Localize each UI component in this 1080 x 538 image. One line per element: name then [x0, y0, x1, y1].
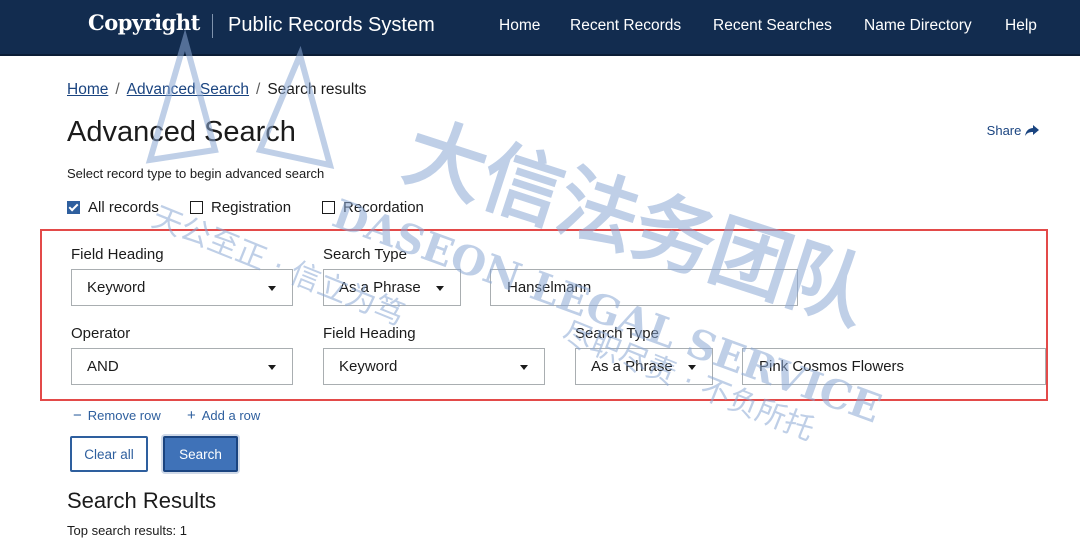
nav-recent-searches[interactable]: Recent Searches: [713, 17, 832, 35]
search-results-heading: Search Results: [67, 488, 217, 513]
select-value: As a Phrase: [591, 358, 673, 375]
operator-label: Operator: [71, 325, 131, 342]
breadcrumb-advanced-search[interactable]: Advanced Search: [127, 81, 249, 98]
app-title[interactable]: Public Records System: [228, 14, 435, 37]
caret-down-icon: [520, 365, 528, 370]
nav-home[interactable]: Home: [499, 17, 540, 35]
search-term-input-1[interactable]: Hanselmann: [490, 269, 798, 306]
breadcrumb-current: Search results: [267, 81, 367, 98]
minus-icon: −: [73, 407, 82, 424]
breadcrumb-separator: /: [115, 81, 120, 98]
add-row-label: Add a row: [201, 408, 261, 423]
checkbox-label: All records: [88, 199, 159, 216]
search-type-select-1[interactable]: As a Phrase: [323, 269, 461, 306]
checkbox-recordation[interactable]: Recordation: [322, 199, 424, 216]
breadcrumb-home[interactable]: Home: [67, 81, 108, 98]
add-row-button[interactable]: + Add a row: [187, 407, 260, 424]
checkbox-all-records[interactable]: All records: [67, 199, 159, 216]
search-button[interactable]: Search: [163, 436, 238, 472]
header-divider: [212, 14, 213, 38]
select-value: Keyword: [87, 279, 146, 296]
copyright-logo[interactable]: Copyright: [88, 10, 200, 35]
search-type-label: Search Type: [575, 325, 659, 342]
select-value: AND: [87, 358, 119, 375]
field-heading-label: Field Heading: [323, 325, 416, 342]
results-count: Top search results: 1: [67, 523, 187, 538]
checkbox-registration[interactable]: Registration: [190, 199, 291, 216]
caret-down-icon: [268, 286, 276, 291]
clear-all-button[interactable]: Clear all: [70, 436, 148, 472]
field-heading-label: Field Heading: [71, 246, 164, 263]
nav-name-directory[interactable]: Name Directory: [864, 17, 972, 35]
breadcrumb: Home / Advanced Search / Search results: [67, 81, 366, 99]
checkbox-label: Recordation: [343, 199, 424, 216]
checkbox-unchecked-icon: [322, 201, 335, 214]
caret-down-icon: [436, 286, 444, 291]
field-heading-select-1[interactable]: Keyword: [71, 269, 293, 306]
caret-down-icon: [688, 365, 696, 370]
operator-select[interactable]: AND: [71, 348, 293, 385]
page-title: Advanced Search: [67, 116, 296, 148]
breadcrumb-separator: /: [256, 81, 261, 98]
remove-row-label: Remove row: [87, 408, 161, 423]
nav-recent-records[interactable]: Recent Records: [570, 17, 681, 35]
nav-help[interactable]: Help: [1005, 17, 1037, 35]
caret-down-icon: [268, 365, 276, 370]
search-type-label: Search Type: [323, 246, 407, 263]
top-header: Copyright Public Records System Home Rec…: [0, 0, 1080, 56]
share-button[interactable]: Share: [987, 123, 1039, 138]
field-heading-select-2[interactable]: Keyword: [323, 348, 545, 385]
select-value: As a Phrase: [339, 279, 421, 296]
select-value: Keyword: [339, 358, 398, 375]
plus-icon: +: [187, 407, 196, 424]
checkbox-unchecked-icon: [190, 201, 203, 214]
checkbox-checked-icon: [67, 201, 80, 214]
share-label: Share: [986, 123, 1022, 138]
search-term-input-2[interactable]: Pink Cosmos Flowers: [742, 348, 1046, 385]
record-type-hint: Select record type to begin advanced sea…: [67, 166, 325, 181]
share-icon: [1025, 125, 1039, 136]
checkbox-label: Registration: [211, 199, 292, 216]
remove-row-button[interactable]: − Remove row: [73, 407, 161, 424]
search-type-select-2[interactable]: As a Phrase: [575, 348, 713, 385]
